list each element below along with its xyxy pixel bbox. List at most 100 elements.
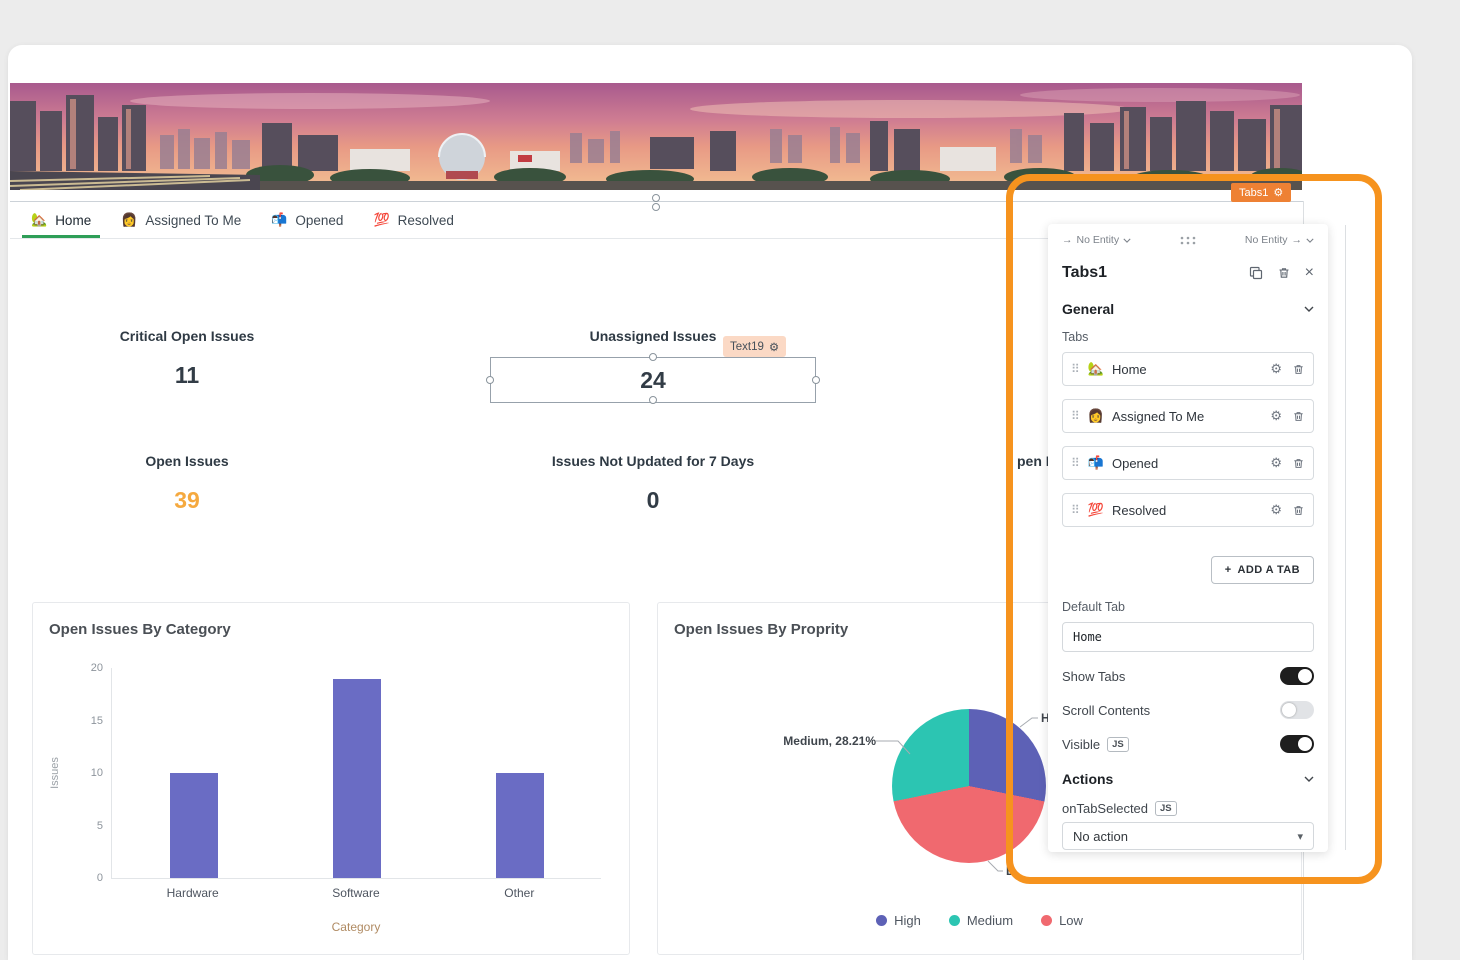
panel-title-row: Tabs1 × — [1062, 260, 1314, 286]
tab-icon: 👩 — [121, 212, 137, 228]
trash-icon[interactable] — [1277, 266, 1291, 280]
resize-handle[interactable] — [486, 376, 494, 384]
js-toggle-badge[interactable]: JS — [1155, 801, 1177, 816]
y-tick-label: 20 — [91, 662, 103, 674]
tab-label: Assigned To Me — [145, 213, 241, 228]
close-icon[interactable]: × — [1305, 265, 1314, 281]
tabs-list-label: Tabs — [1062, 330, 1314, 344]
drag-handle-icon[interactable]: ⠿ — [1071, 362, 1080, 376]
section-actions[interactable]: Actions — [1062, 768, 1314, 790]
gear-icon[interactable]: ⚙ — [769, 340, 779, 354]
action-select-value: No action — [1073, 829, 1128, 844]
pie — [892, 709, 1046, 863]
trash-icon[interactable] — [1292, 457, 1305, 470]
legend-label: Low — [1059, 913, 1083, 928]
chart-title: Open Issues By Category — [49, 621, 231, 638]
banner-image — [10, 83, 1302, 190]
selected-widget-badge[interactable]: Text19 ⚙ — [723, 336, 786, 357]
stat-label: Critical Open Issues — [7, 328, 367, 344]
legend-label: High — [894, 913, 921, 928]
entity-grid-icon — [1180, 236, 1196, 245]
bar — [170, 773, 218, 878]
x-axis-title: Category — [111, 920, 601, 934]
gear-icon[interactable]: ⚙ — [1270, 361, 1282, 377]
show-tabs-toggle[interactable] — [1280, 667, 1314, 685]
tab-icon: 💯 — [1088, 502, 1104, 518]
scroll-contents-toggle[interactable] — [1280, 701, 1314, 719]
trash-icon[interactable] — [1292, 363, 1305, 376]
gear-icon[interactable]: ⚙ — [1270, 408, 1282, 424]
drag-handle-icon[interactable]: ⠿ — [1071, 409, 1080, 423]
tab-label: Assigned To Me — [1112, 409, 1262, 424]
stat-label: Issues Not Updated for 7 Days — [473, 453, 833, 469]
panel-tab-row[interactable]: ⠿ 💯 Resolved ⚙ — [1062, 493, 1314, 527]
drag-handle-icon[interactable]: ⠿ — [1071, 503, 1080, 517]
scroll-contents-row: Scroll Contents — [1062, 700, 1314, 720]
bar-column — [490, 668, 550, 878]
arrow-right-icon: → — [1292, 234, 1303, 246]
y-tick-label: 10 — [91, 767, 103, 779]
legend-item: Medium — [949, 913, 1013, 928]
default-tab-label: Default Tab — [1062, 600, 1314, 614]
on-tab-selected-label: onTabSelected — [1062, 801, 1148, 816]
copy-icon[interactable] — [1249, 266, 1263, 280]
incoming-entity-label: No Entity — [1077, 234, 1120, 246]
canvas-tab[interactable]: 📬 Opened — [256, 202, 358, 238]
y-tick-label: 5 — [97, 820, 103, 832]
canvas-tab[interactable]: 🏡 Home — [16, 202, 106, 238]
outgoing-entities[interactable]: No Entity → — [1245, 234, 1314, 246]
action-select[interactable]: No action ▾ — [1062, 822, 1314, 850]
show-tabs-label: Show Tabs — [1062, 669, 1125, 684]
gear-icon[interactable]: ⚙ — [1270, 455, 1282, 471]
pie-legend: High Medium Low — [658, 913, 1301, 928]
default-tab-input[interactable]: Home — [1062, 622, 1314, 652]
resize-handle[interactable] — [812, 376, 820, 384]
section-label: General — [1062, 301, 1114, 317]
properties-panel: → No Entity No Entity → Tabs1 — [1048, 224, 1328, 852]
stat-label: Open Issues — [7, 453, 367, 469]
resize-handle[interactable] — [649, 396, 657, 404]
tab-label: Resolved — [398, 213, 454, 228]
resize-handle[interactable] — [649, 353, 657, 361]
bar — [333, 679, 381, 879]
legend-dot — [1041, 915, 1052, 926]
add-a-tab-button[interactable]: + ADD A TAB — [1211, 556, 1314, 584]
bar-column — [164, 668, 224, 878]
trash-icon[interactable] — [1292, 410, 1305, 423]
bar-chart-card: Open Issues By Category Issues 05101520 … — [32, 602, 630, 955]
tab-label: Opened — [295, 213, 343, 228]
pie-label-low-fragment: L — [1006, 864, 1013, 878]
canvas-tab[interactable]: 👩 Assigned To Me — [106, 202, 256, 238]
visible-toggle[interactable] — [1280, 735, 1314, 753]
tab-label: Home — [55, 213, 91, 228]
bar — [496, 773, 544, 878]
tab-icon: 📬 — [271, 212, 287, 228]
section-general[interactable]: General — [1062, 298, 1314, 320]
panel-tab-row[interactable]: ⠿ 📬 Opened ⚙ — [1062, 446, 1314, 480]
panel-tab-row[interactable]: ⠿ 🏡 Home ⚙ — [1062, 352, 1314, 386]
canvas-tab[interactable]: 💯 Resolved — [358, 202, 468, 238]
selection-badge-label: Text19 — [730, 341, 764, 353]
gear-icon[interactable]: ⚙ — [1273, 186, 1283, 199]
section-label: Actions — [1062, 771, 1113, 787]
panel-tabs-list: ⠿ 🏡 Home ⚙ ⠿ 👩 Assigned To Me ⚙ ⠿ 📬 Open… — [1062, 352, 1314, 540]
trash-icon[interactable] — [1292, 504, 1305, 517]
js-toggle-badge[interactable]: JS — [1107, 737, 1129, 752]
tab-icon: 🏡 — [1088, 361, 1104, 377]
outer-edge-line — [1345, 225, 1346, 850]
legend-dot — [876, 915, 887, 926]
chevron-down-icon — [1304, 306, 1314, 312]
drag-handle-icon[interactable]: ⠿ — [1071, 456, 1080, 470]
on-tab-selected-row: onTabSelected JS — [1062, 800, 1314, 816]
panel-title: Tabs1 — [1062, 264, 1249, 282]
visible-label: Visible — [1062, 737, 1100, 752]
chevron-down-icon — [1306, 238, 1314, 243]
resize-handle[interactable] — [652, 194, 660, 202]
panel-tab-row[interactable]: ⠿ 👩 Assigned To Me ⚙ — [1062, 399, 1314, 433]
incoming-entities[interactable]: → No Entity — [1062, 234, 1131, 246]
y-tick-label: 15 — [91, 715, 103, 727]
widget-badge-label: Tabs1 — [1239, 187, 1268, 199]
gear-icon[interactable]: ⚙ — [1270, 502, 1282, 518]
widget-name-badge[interactable]: Tabs1 ⚙ — [1231, 183, 1291, 202]
chart-title: Open Issues By Proprity — [674, 621, 848, 638]
